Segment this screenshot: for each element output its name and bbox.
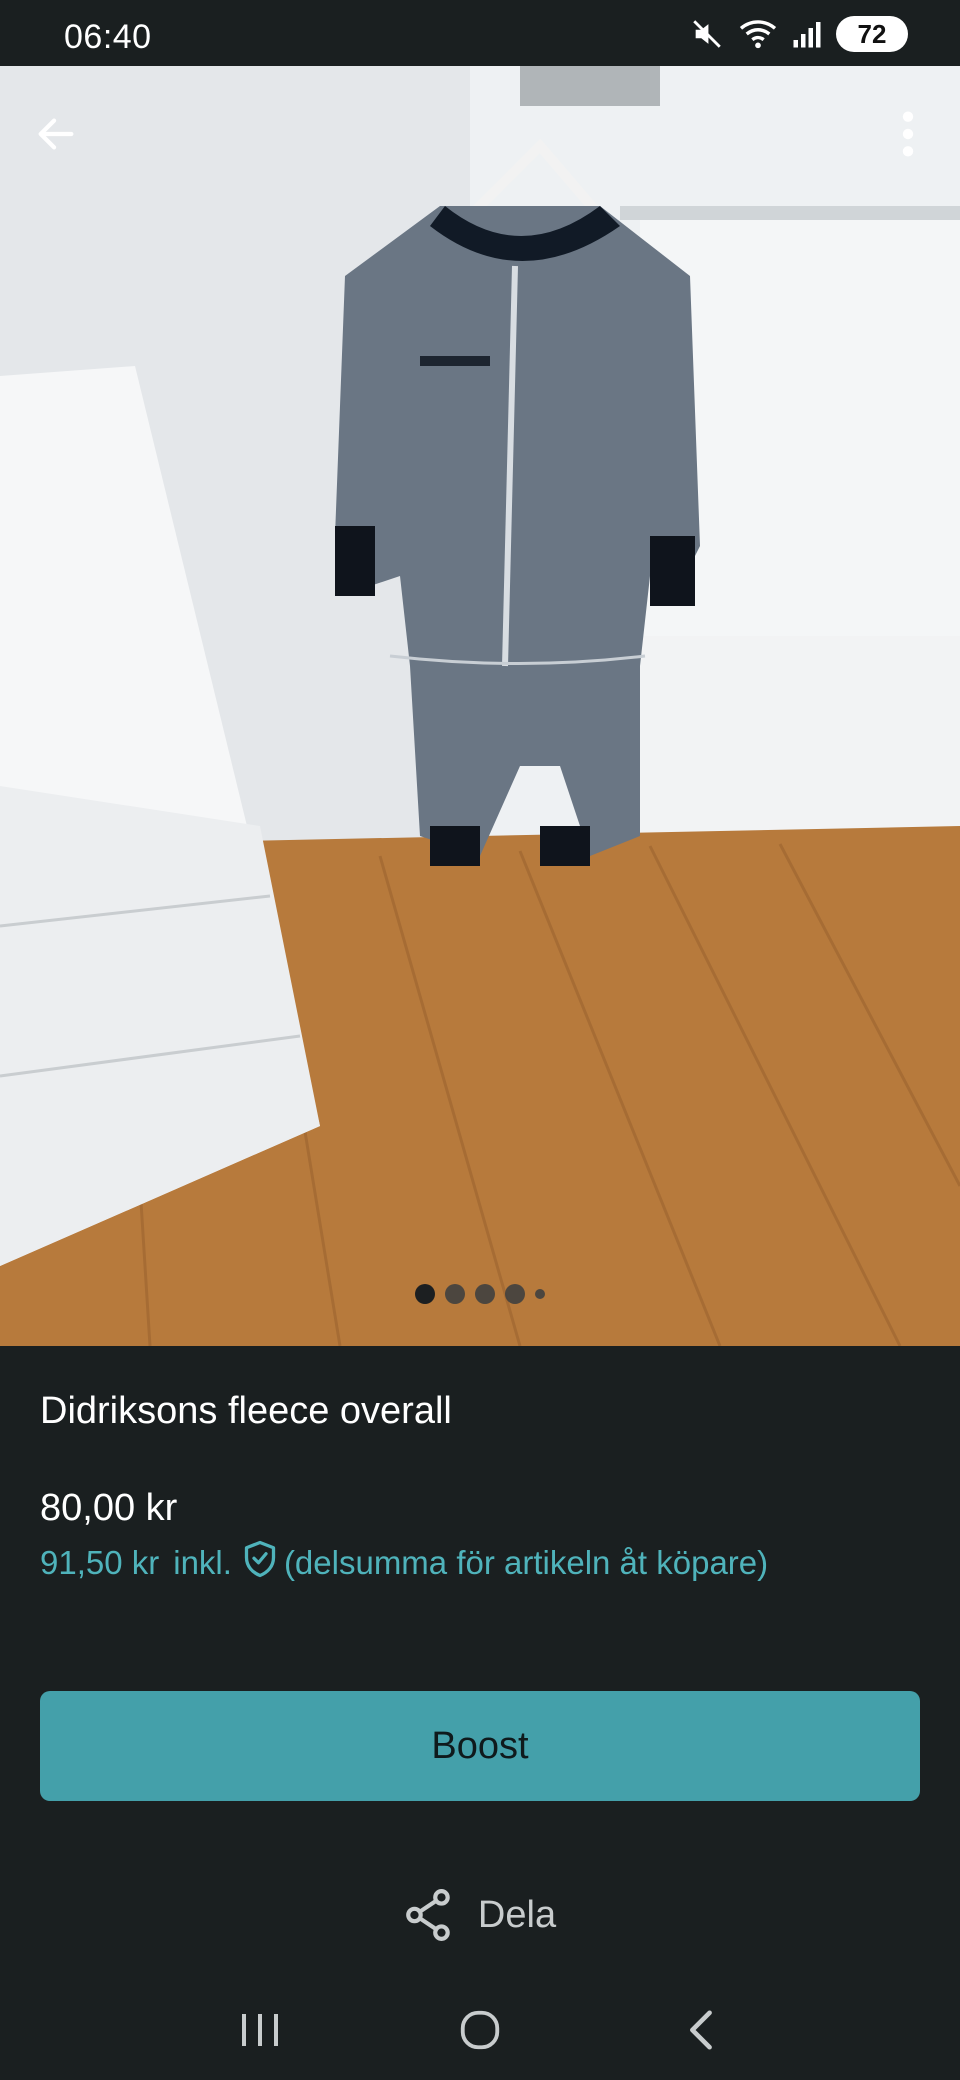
back-chevron-icon: [690, 2010, 712, 2050]
more-vertical-icon: [902, 111, 914, 157]
arrow-left-icon: [38, 118, 74, 150]
product-photo[interactable]: [0, 66, 960, 1346]
pagination-dot[interactable]: [505, 1284, 525, 1304]
price-incl-amount: 91,50 kr: [40, 1544, 160, 1581]
status-time: 06:40: [64, 18, 152, 56]
listing-price: 80,00 kr: [40, 1487, 178, 1529]
recents-icon: [242, 2014, 278, 2046]
price-including-protection[interactable]: 91,50 kr inkl. (delsumma för artikeln åt…: [40, 1539, 768, 1587]
pagination-dot[interactable]: [415, 1284, 435, 1304]
product-image: [0, 66, 960, 1346]
more-options-button[interactable]: [880, 102, 936, 166]
nav-back-button[interactable]: [660, 2000, 740, 2060]
share-button[interactable]: Dela: [0, 1888, 960, 1942]
wifi-icon: [738, 17, 778, 51]
share-label: Dela: [477, 1893, 557, 1936]
home-button[interactable]: [440, 2000, 520, 2060]
home-icon: [460, 2010, 500, 2050]
pagination-dot[interactable]: [535, 1289, 545, 1299]
signal-icon: [792, 19, 822, 49]
price-incl-word: inkl.: [173, 1544, 232, 1581]
status-bar: 06:40 72: [0, 0, 960, 66]
status-icons: 72: [690, 14, 908, 54]
share-icon: [406, 1889, 450, 1941]
system-nav-bar: [0, 1980, 960, 2080]
back-button[interactable]: [28, 106, 84, 162]
price-incl-note: (delsumma för artikeln åt köpare): [283, 1544, 769, 1581]
pagination-dot[interactable]: [475, 1284, 495, 1304]
boost-button[interactable]: Boost: [40, 1691, 920, 1801]
shield-check-icon: [242, 1539, 278, 1587]
pagination-dot[interactable]: [445, 1284, 465, 1304]
mute-icon: [690, 17, 724, 51]
battery-icon: 72: [836, 16, 908, 52]
recents-button[interactable]: [220, 2000, 300, 2060]
photo-pagination[interactable]: [0, 1284, 960, 1304]
listing-title: Didriksons fleece overall: [40, 1390, 452, 1432]
battery-level: 72: [857, 18, 887, 49]
